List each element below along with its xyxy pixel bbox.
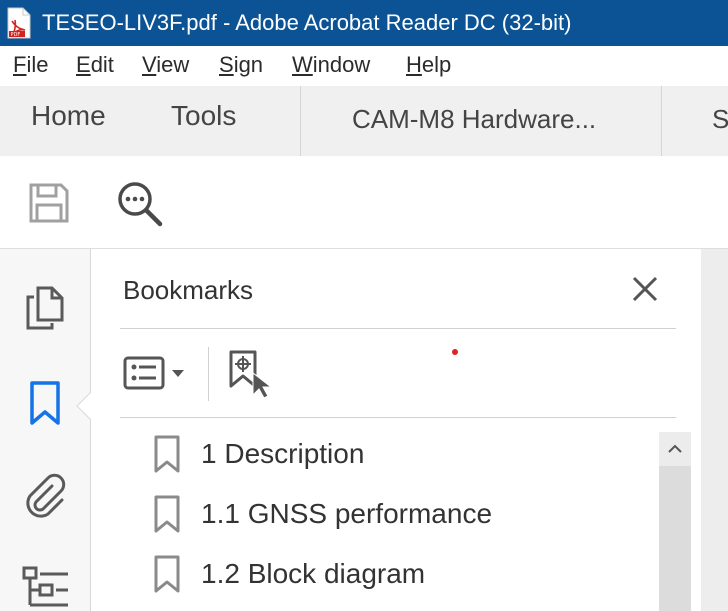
search-document-icon[interactable] — [116, 180, 164, 228]
list-item[interactable]: 1 Description — [153, 429, 364, 479]
indicator-dot — [452, 349, 458, 355]
tab-document-partial[interactable]: S — [712, 104, 728, 135]
bookmark-icon — [154, 495, 180, 533]
chevron-up-icon — [668, 444, 682, 453]
menu-window[interactable]: Window — [292, 52, 370, 78]
vertical-scrollbar[interactable] — [659, 432, 691, 611]
pdf-file-icon: PDF — [7, 7, 31, 39]
svg-text:PDF: PDF — [11, 32, 21, 38]
menu-sign[interactable]: Sign — [219, 52, 263, 78]
bookmarks-icon[interactable] — [22, 379, 68, 429]
attachments-icon[interactable] — [22, 473, 68, 519]
bookmark-icon — [154, 555, 180, 593]
structure-icon[interactable] — [22, 565, 70, 611]
menu-help[interactable]: Help — [406, 52, 451, 78]
bookmark-label: 1 Description — [201, 438, 365, 469]
bookmarks-panel-title: Bookmarks — [123, 275, 254, 305]
toolbar-separator — [208, 347, 209, 401]
menu-bar: File Edit View Sign Window Help — [0, 46, 728, 87]
menu-view[interactable]: View — [142, 52, 189, 78]
menu-edit[interactable]: Edit — [76, 52, 114, 78]
close-icon[interactable] — [631, 275, 659, 303]
active-pane-pointer — [76, 391, 92, 421]
title-bar: PDF TESEO-LIV3F.pdf - Adobe Acrobat Read… — [0, 0, 728, 46]
toolbar — [0, 156, 728, 249]
tab-tools[interactable]: Tools — [171, 100, 236, 132]
divider — [120, 328, 676, 329]
tab-home[interactable]: Home — [31, 100, 106, 132]
bookmark-options-button[interactable] — [123, 354, 189, 394]
divider — [120, 417, 676, 418]
document-view-edge — [701, 249, 728, 611]
tab-document-cam-m8[interactable]: CAM-M8 Hardware... — [352, 104, 596, 135]
save-icon[interactable] — [28, 182, 70, 224]
bookmark-label: 1.2 Block diagram — [201, 558, 426, 589]
bookmark-icon — [154, 435, 180, 473]
find-current-bookmark-icon[interactable] — [227, 349, 275, 399]
tab-separator — [300, 86, 301, 156]
bookmarks-panel: Bookmarks 1 Description 1.1 GNSS perform… — [91, 249, 701, 611]
scroll-up-button[interactable] — [659, 432, 691, 466]
menu-file[interactable]: File — [13, 52, 48, 78]
tab-bar: Home Tools CAM-M8 Hardware... S — [0, 86, 728, 157]
page-thumbnails-icon[interactable] — [22, 285, 68, 331]
list-item[interactable]: 1.1 GNSS performance — [153, 489, 492, 539]
navigation-pane-rail — [0, 249, 92, 611]
tab-separator — [661, 86, 662, 156]
bookmark-label: 1.1 GNSS performance — [201, 498, 493, 529]
list-item[interactable]: 1.2 Block diagram — [153, 549, 425, 599]
window-title: TESEO-LIV3F.pdf - Adobe Acrobat Reader D… — [42, 10, 572, 35]
